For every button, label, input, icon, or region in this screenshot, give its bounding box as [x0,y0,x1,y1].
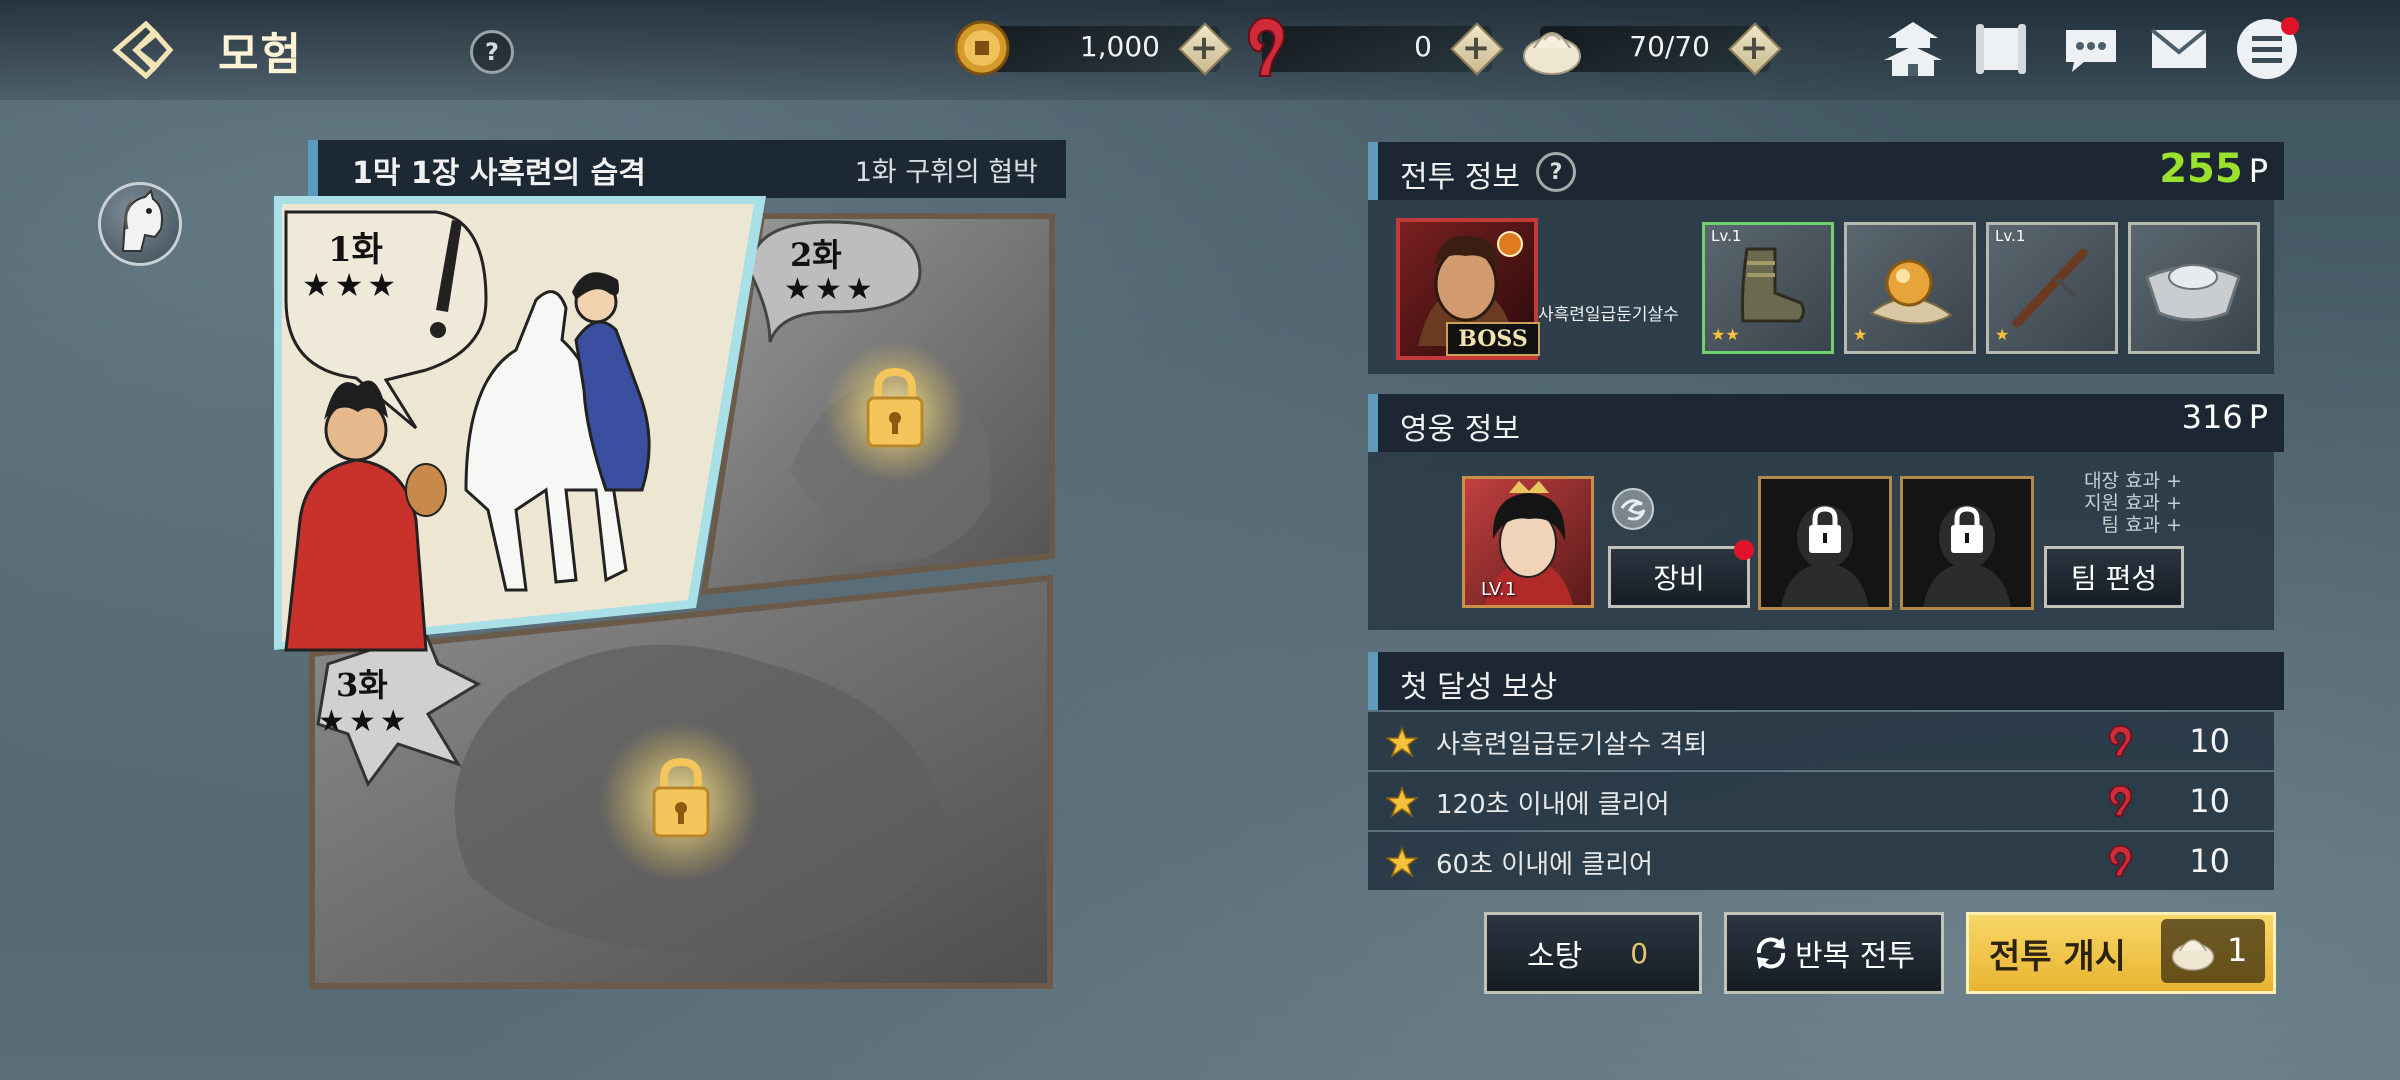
coin-counter: 1,000 + [990,22,1232,76]
red-gem-icon [2108,785,2133,817]
drop-stars: ★★ [1711,325,1740,344]
episode-name: 1화 구휘의 협박 [854,157,1038,188]
drop-slot[interactable] [2128,222,2260,354]
boss-name: 사흑련일급둔기살수 [1538,305,1679,325]
hero-points-value: 316 [2181,398,2243,436]
reward-label: 60초 이내에 클리어 [1436,850,1654,880]
team-effects: 대장 효과 + 지원 효과 + 팀 효과 + [2062,470,2182,536]
episode-1-stars: ★★★ [302,266,401,304]
notification-dot [1734,540,1754,560]
chat-icon[interactable] [2058,16,2124,82]
page-title: 모험 [218,29,303,80]
episode-2-stars: ★★★ [784,272,877,307]
red-gem-icon [2108,725,2133,757]
repeat-battle-label: 반복 전투 [1795,939,1915,974]
hero-portrait[interactable]: LV.1 [1462,476,1594,608]
boss-portrait[interactable]: BOSS [1396,218,1540,360]
first-reward-title: 첫 달성 보상 [1400,670,1558,705]
star-icon [1386,726,1418,758]
boss-badge: BOSS [1446,322,1540,356]
sweep-count: 0 [1630,936,1649,970]
drop-slot[interactable]: Lv.1 ★ [1986,222,2118,354]
lock-icon [866,367,924,448]
chapter-title: 1막 1장 사흑련의 습격 [352,156,646,191]
drop-stars: ★ [1853,325,1868,344]
support-effect: 지원 효과 + [2084,492,2182,514]
reward-label: 120초 이내에 클리어 [1436,790,1670,820]
back-button[interactable] [110,18,180,82]
star-icon [1386,786,1418,818]
repeat-icon [1756,937,1786,969]
star-icon [1386,846,1418,878]
start-battle-label: 전투 개시 [1989,936,2126,977]
lock-silhouette-icon [1781,505,1869,607]
hero-level: LV.1 [1481,579,1517,600]
orb-icon [1869,259,1953,325]
lock-icon [652,757,710,838]
team-effect: 팀 효과 + [2101,514,2182,536]
coin-icon [954,20,1010,76]
battle-points-unit: P [2248,152,2268,190]
locked-hero-slot[interactable] [1900,476,2034,610]
add-stamina-button[interactable]: + [1728,22,1782,76]
reward-row: 사흑련일급둔기살수 격퇴 10 [1368,712,2274,771]
sweep-button[interactable]: 소탕 0 [1484,912,1702,994]
team-edit-button[interactable]: 팀 편성 [2044,546,2184,608]
add-gem-button[interactable]: + [1450,22,1504,76]
mail-icon[interactable] [2146,16,2212,82]
episode-2-label: 2화 [790,236,842,274]
hero-info-title: 영웅 정보 [1400,412,1520,447]
back-arrow-icon [112,20,174,80]
episode-3-label: 3화 [336,666,388,704]
first-reward-header: 첫 달성 보상 [1368,652,2284,710]
coin-value: 1,000 [1079,30,1160,63]
stamina-cost-box: 1 [2161,919,2265,983]
drop-stars: ★ [1995,325,2010,344]
lock-silhouette-icon [1923,505,2011,607]
repeat-battle-button[interactable]: 반복 전투 [1724,912,1944,994]
battle-info-title: 전투 정보 [1400,160,1520,195]
start-battle-button[interactable]: 전투 개시 1 [1966,912,2276,994]
start-cost: 1 [2227,931,2248,969]
gem-counter: 0 + [1262,22,1504,76]
add-coin-button[interactable]: + [1178,22,1232,76]
companion-avatar[interactable] [98,182,182,266]
help-icon[interactable]: ? [470,30,514,74]
reward-amount: 10 [2189,722,2230,760]
sweep-label: 소탕 [1527,939,1583,974]
red-gem-icon [2108,845,2133,877]
episode-3-stars: ★★★ [318,704,411,739]
club-icon [2012,248,2088,328]
element-swirl-icon [1612,488,1654,530]
horse-icon [121,189,163,252]
dumpling-icon [1523,32,1581,75]
scroll-icon[interactable] [1968,16,2034,82]
dumpling-icon [2171,939,2215,971]
boots-icon [1741,247,1806,323]
reward-row: 60초 이내에 클리어 10 [1368,832,2274,890]
drop-slot[interactable]: Lv.1 ★★ [1702,222,1834,354]
hero-info-header: 영웅 정보 316 P [1368,394,2284,452]
battle-points-value: 255 [2159,146,2243,192]
episode-1-label: 1화 [328,230,383,270]
equip-button[interactable]: 장비 [1608,546,1750,608]
battle-info-header: 전투 정보 ? 255 P [1368,142,2284,200]
silver-ingot-icon [2145,264,2241,322]
captain-effect: 대장 효과 + [2084,470,2182,492]
reward-amount: 10 [2189,842,2230,880]
locked-hero-slot[interactable] [1758,476,1892,610]
hero-points: 316 P [2182,398,2268,436]
battle-help-icon[interactable]: ? [1536,152,1576,192]
hero-points-unit: P [2248,398,2268,436]
red-gem-icon [1247,16,1285,77]
reward-label: 사흑련일급둔기살수 격퇴 [1436,730,1708,760]
reward-row: 120초 이내에 클리어 10 [1368,772,2274,831]
pagoda-icon[interactable] [1880,16,1946,82]
menu-icon[interactable] [2234,16,2300,82]
reward-amount: 10 [2189,782,2230,820]
stamina-value: 70/70 [1629,30,1710,63]
battle-points: 255 P [2159,146,2268,192]
drop-slot[interactable]: ★ [1844,222,1976,354]
gem-value: 0 [1414,30,1432,63]
